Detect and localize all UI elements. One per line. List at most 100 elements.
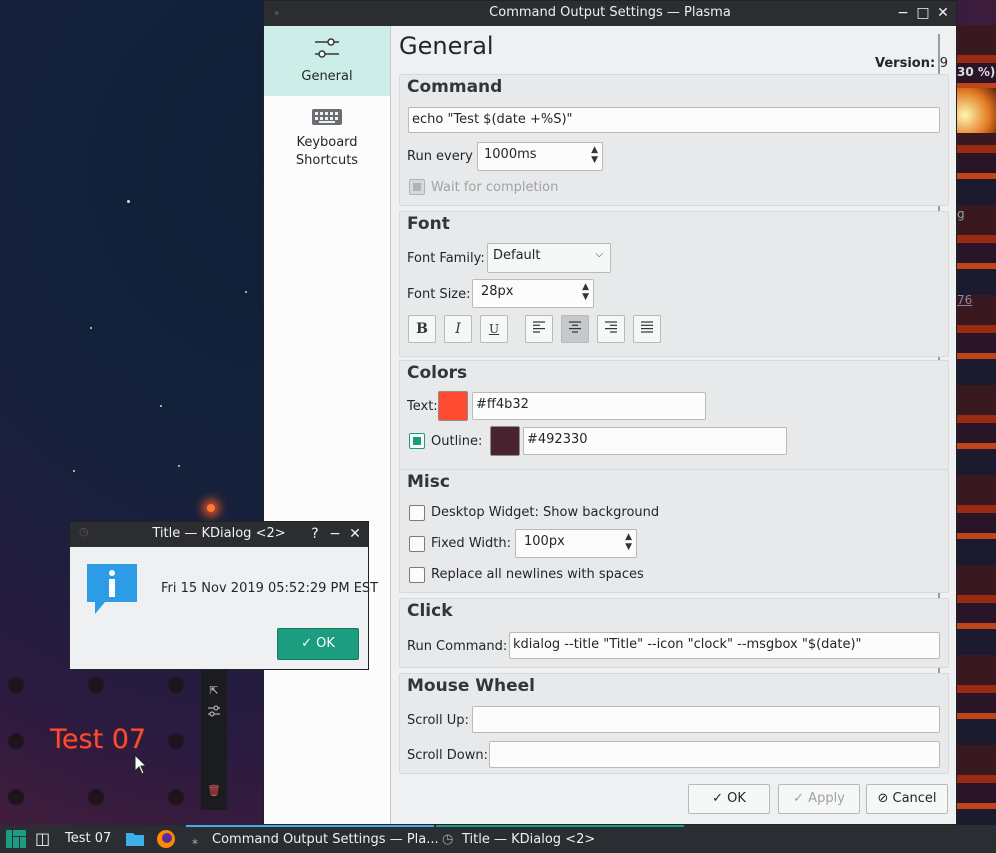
align-center-icon: [568, 321, 582, 337]
group-title: Misc: [407, 472, 450, 492]
dot: [8, 677, 24, 693]
run-every-value: 1000ms: [484, 147, 537, 162]
wait-for-completion-checkbox[interactable]: [409, 179, 425, 195]
star: [178, 465, 180, 467]
group-title: Command: [407, 77, 503, 97]
font-size-label: Font Size:: [407, 287, 471, 302]
file-manager-icon[interactable]: [125, 825, 145, 853]
align-justify-icon: [640, 321, 654, 337]
cancel-label: Cancel: [892, 791, 937, 806]
run-command-label: Run Command:: [407, 639, 508, 654]
minimize-icon[interactable]: −: [896, 4, 910, 22]
misc-group: Misc Desktop Widget: Show background Fix…: [399, 469, 949, 593]
strip-text: g: [957, 207, 965, 221]
app-icon: ⁎: [192, 833, 198, 847]
taskbar-task-kdialog[interactable]: ◷ Title — KDialog <2>: [436, 825, 684, 853]
dot: [168, 677, 184, 693]
configure-icon[interactable]: [206, 704, 222, 718]
desktop-right-strip: 30 %) g 76: [957, 25, 996, 825]
strip-glow: [957, 88, 996, 133]
maximize-icon[interactable]: □: [916, 4, 930, 22]
taskbar: ◫ Test 07 ⁎ Command Output Settings — Pl…: [0, 825, 996, 853]
application-launcher-icon[interactable]: [5, 825, 27, 853]
kdialog-titlebar[interactable]: ◷ Title — KDialog <2> ? − ✕: [70, 522, 368, 547]
apply-button[interactable]: ✓ Apply: [778, 784, 860, 814]
group-title: Font: [407, 214, 450, 234]
spin-arrows-icon[interactable]: ▲ ▼: [582, 282, 589, 302]
scroll-up-input[interactable]: [472, 706, 940, 733]
command-group: Command echo "Test $(date +%S)" Run ever…: [399, 74, 949, 206]
align-left-button[interactable]: [525, 315, 553, 343]
sidebar-item-keyboard-shortcuts[interactable]: Keyboard Shortcuts: [264, 96, 390, 186]
trash-icon[interactable]: 🗑: [206, 784, 222, 798]
check-icon: ✓: [793, 791, 805, 806]
replace-newlines-label: Replace all newlines with spaces: [431, 567, 644, 582]
click-group: Click Run Command: kdialog --title "Titl…: [399, 598, 949, 668]
spin-arrows-icon[interactable]: ▲ ▼: [625, 532, 632, 552]
command-output-widget-text[interactable]: Test 07: [50, 724, 146, 755]
cancel-icon: ⊘: [877, 791, 889, 806]
text-color-input[interactable]: #ff4b32: [472, 392, 706, 420]
align-left-icon: [532, 321, 546, 337]
dot: [88, 789, 104, 805]
star: [245, 291, 247, 293]
close-icon[interactable]: ✕: [936, 4, 950, 22]
star: [73, 470, 75, 472]
text-color-swatch[interactable]: [438, 391, 468, 421]
font-family-label: Font Family:: [407, 251, 485, 266]
glow: [207, 504, 215, 512]
kdialog-ok-button[interactable]: ✓ OK: [277, 628, 359, 660]
check-icon: ✓: [301, 636, 312, 651]
align-center-button[interactable]: [561, 315, 589, 343]
outline-color-input[interactable]: #492330: [523, 427, 787, 455]
replace-newlines-checkbox[interactable]: [409, 567, 425, 583]
apply-label: Apply: [808, 791, 845, 806]
pager-icon[interactable]: ◫: [35, 825, 59, 853]
outline-checkbox[interactable]: [409, 433, 425, 449]
fixed-width-spinbox[interactable]: 100px ▲ ▼: [515, 529, 637, 558]
firefox-icon[interactable]: [156, 825, 176, 853]
taskbar-task-settings[interactable]: ⁎ Command Output Settings — Pla...: [186, 825, 439, 853]
align-right-button[interactable]: [597, 315, 625, 343]
close-icon[interactable]: ✕: [348, 525, 362, 543]
mouse-wheel-group: Mouse Wheel Scroll Up: Scroll Down:: [399, 673, 949, 774]
align-justify-button[interactable]: [633, 315, 661, 343]
widget-handle-bar[interactable]: ⇱ 🗑: [201, 670, 227, 810]
minimize-icon[interactable]: −: [328, 525, 342, 543]
cancel-button[interactable]: ⊘ Cancel: [866, 784, 948, 814]
command-input[interactable]: echo "Test $(date +%S)": [408, 107, 940, 133]
sidebar-item-general[interactable]: General: [264, 26, 390, 96]
pager-label[interactable]: Test 07: [65, 825, 111, 853]
window-titlebar[interactable]: ⁎ Command Output Settings — Plasma − □ ✕: [264, 1, 956, 26]
dot: [168, 733, 184, 749]
ok-label: OK: [316, 636, 335, 651]
bold-button[interactable]: B: [408, 315, 436, 343]
font-size-value: 28px: [481, 284, 514, 299]
run-every-spinbox[interactable]: 1000ms ▲ ▼: [477, 142, 603, 171]
scroll-down-label: Scroll Down:: [407, 748, 488, 763]
fixed-width-value: 100px: [524, 534, 565, 549]
show-background-label: Desktop Widget: Show background: [431, 505, 660, 520]
kdialog-message: Fri 15 Nov 2019 05:52:29 PM EST: [161, 581, 379, 596]
sidebar-item-label: Keyboard Shortcuts: [295, 135, 359, 168]
run-command-input[interactable]: kdialog --title "Title" --icon "clock" -…: [509, 632, 940, 659]
ok-label: OK: [727, 791, 746, 806]
font-size-spinbox[interactable]: 28px ▲ ▼: [472, 279, 594, 308]
outline-color-swatch[interactable]: [490, 426, 520, 456]
fixed-width-checkbox[interactable]: [409, 536, 425, 552]
strip-link[interactable]: 76: [957, 293, 972, 307]
page-title: General: [399, 32, 494, 60]
help-icon[interactable]: ?: [308, 525, 322, 543]
kdialog-window: ◷ Title — KDialog <2> ? − ✕ Fri 15 Nov 2…: [69, 521, 378, 670]
spin-arrows-icon[interactable]: ▲ ▼: [591, 145, 598, 165]
show-background-checkbox[interactable]: [409, 505, 425, 521]
mouse-cursor-icon: [134, 753, 148, 780]
group-title: Click: [407, 601, 453, 621]
settings-window: ⁎ Command Output Settings — Plasma − □ ✕…: [263, 0, 957, 825]
resize-icon[interactable]: ⇱: [206, 684, 222, 698]
italic-button[interactable]: I: [444, 315, 472, 343]
scroll-down-input[interactable]: [489, 741, 940, 768]
font-family-combo[interactable]: Default ⌵: [487, 243, 611, 273]
underline-button[interactable]: U: [480, 315, 508, 343]
ok-button[interactable]: ✓ OK: [688, 784, 770, 814]
